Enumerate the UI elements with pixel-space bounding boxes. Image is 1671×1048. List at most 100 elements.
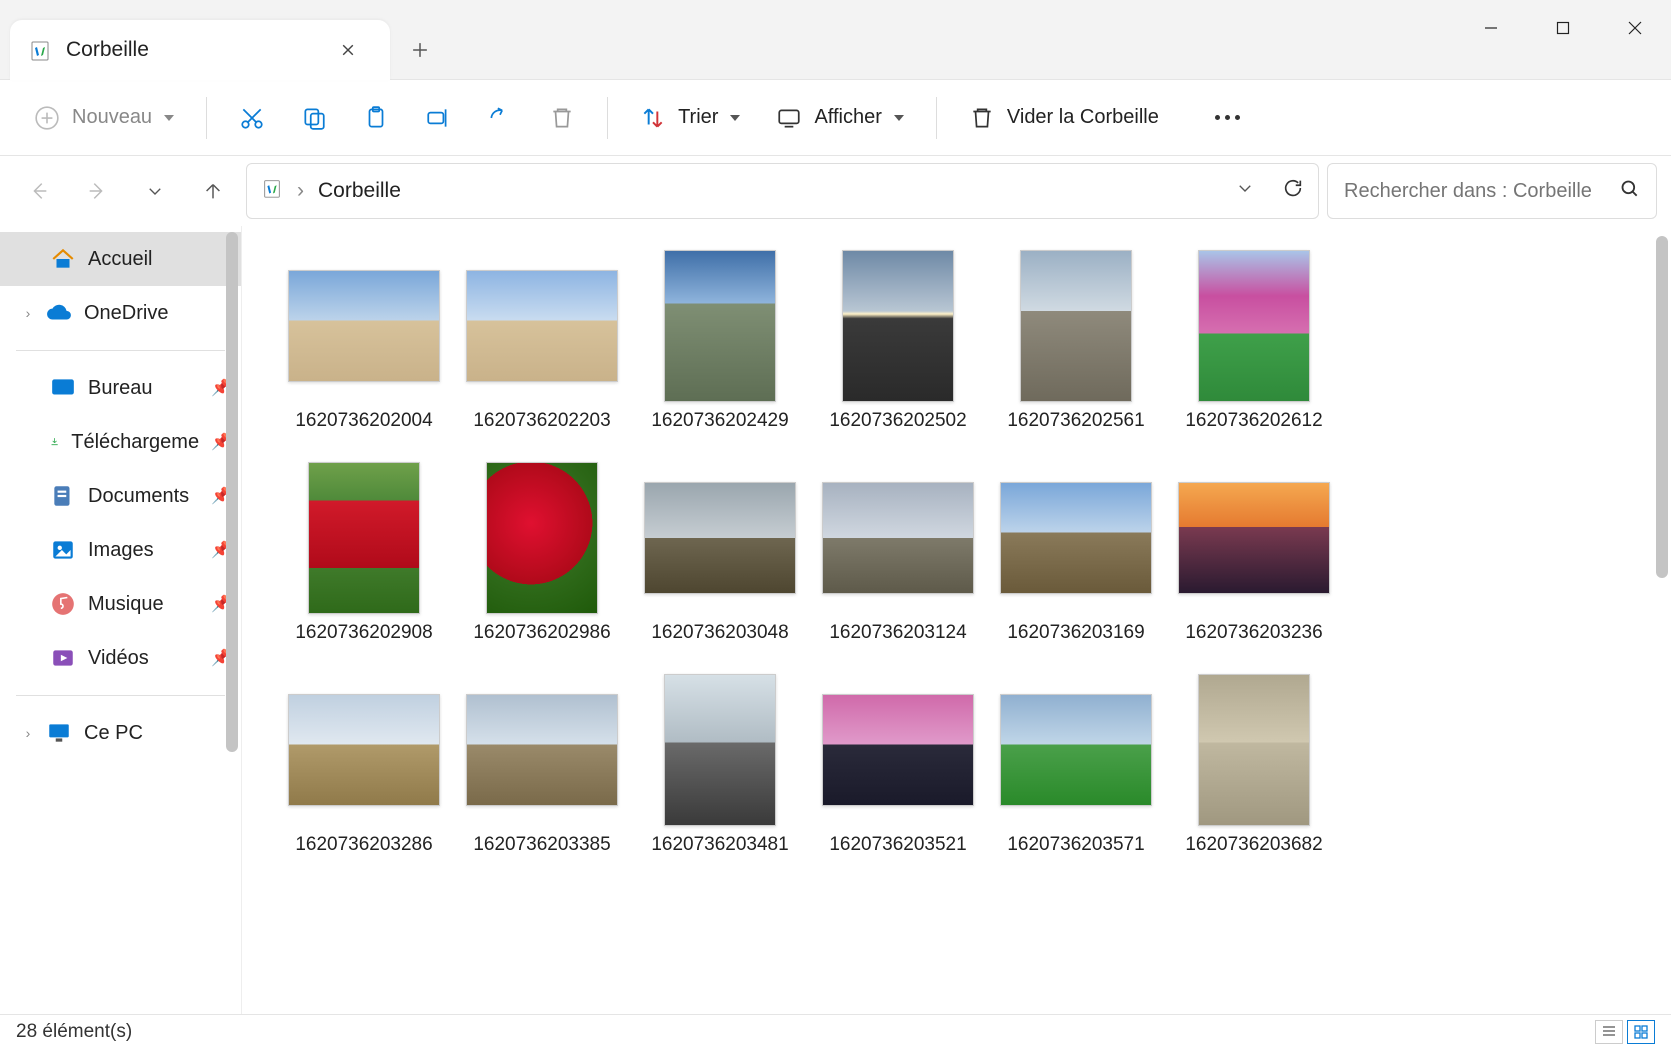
sort-button[interactable]: Trier	[626, 99, 754, 137]
tab-corbeille[interactable]: Corbeille	[10, 20, 390, 80]
file-thumbnail[interactable]: 1620736202203	[454, 250, 630, 432]
documents-icon	[50, 483, 76, 509]
close-window-button[interactable]	[1599, 0, 1671, 56]
chevron-down-icon	[894, 115, 904, 121]
thumbnail-image	[466, 694, 618, 806]
copy-button[interactable]	[287, 99, 341, 137]
maximize-button[interactable]	[1527, 0, 1599, 56]
file-thumbnail[interactable]: 1620736202004	[276, 250, 452, 432]
file-thumbnail[interactable]: 1620736202908	[276, 462, 452, 644]
file-name: 1620736203048	[651, 622, 788, 644]
file-thumbnail[interactable]: 1620736203236	[1166, 462, 1342, 644]
copy-icon	[301, 105, 327, 131]
sidebar-item-desktop[interactable]: Bureau 📌	[0, 361, 241, 415]
refresh-button[interactable]	[1282, 177, 1304, 205]
file-name: 1620736203682	[1185, 834, 1322, 856]
sidebar-label: Bureau	[88, 377, 153, 400]
sidebar-scrollbar[interactable]	[226, 232, 238, 752]
close-tab-button[interactable]	[332, 34, 364, 66]
sidebar-item-onedrive[interactable]: › OneDrive	[0, 286, 241, 340]
cut-button[interactable]	[225, 99, 279, 137]
sidebar-item-thispc[interactable]: › Ce PC	[0, 706, 241, 760]
file-thumbnail[interactable]: 1620736203169	[988, 462, 1164, 644]
thumbnail-image	[822, 482, 974, 594]
recent-locations-button[interactable]	[130, 166, 180, 216]
tab-strip: Corbeille	[0, 0, 450, 80]
thumbnail-image	[288, 694, 440, 806]
empty-recycle-button[interactable]: Vider la Corbeille	[955, 99, 1173, 137]
file-thumbnail[interactable]: 1620736202429	[632, 250, 808, 432]
search-icon[interactable]	[1620, 179, 1640, 204]
home-icon	[50, 246, 76, 272]
sidebar-item-documents[interactable]: Documents 📌	[0, 469, 241, 523]
sidebar-divider	[16, 695, 225, 696]
forward-button[interactable]	[72, 166, 122, 216]
rename-icon	[425, 105, 451, 131]
breadcrumb-location[interactable]: Corbeille	[318, 179, 401, 203]
file-thumbnail[interactable]: 1620736203286	[276, 674, 452, 856]
file-name: 1620736202908	[295, 622, 432, 644]
file-name: 1620736203571	[1007, 834, 1144, 856]
sidebar-item-home[interactable]: Accueil	[0, 232, 241, 286]
thumbnail-image	[822, 694, 974, 806]
chevron-right-icon: ›	[22, 305, 34, 321]
file-name: 1620736202561	[1007, 410, 1144, 432]
file-thumbnail[interactable]: 1620736203385	[454, 674, 630, 856]
cloud-icon	[46, 300, 72, 326]
sidebar-item-images[interactable]: Images 📌	[0, 523, 241, 577]
titlebar: Corbeille	[0, 0, 1671, 80]
trash-icon	[969, 105, 995, 131]
music-icon	[50, 591, 76, 617]
sidebar-label: Vidéos	[88, 647, 149, 670]
minimize-button[interactable]	[1455, 0, 1527, 56]
file-thumbnail[interactable]: 1620736203682	[1166, 674, 1342, 856]
back-button[interactable]	[14, 166, 64, 216]
content-scrollbar[interactable]	[1656, 236, 1668, 578]
new-button[interactable]: Nouveau	[20, 99, 188, 137]
file-thumbnail[interactable]: 1620736202612	[1166, 250, 1342, 432]
sidebar-item-videos[interactable]: Vidéos 📌	[0, 631, 241, 685]
file-name: 1620736202612	[1185, 410, 1322, 432]
file-name: 1620736203236	[1185, 622, 1322, 644]
toolbar-separator	[206, 97, 207, 139]
file-name: 1620736203124	[829, 622, 966, 644]
search-input[interactable]	[1344, 180, 1610, 203]
sidebar-label: Téléchargeme	[71, 431, 199, 454]
delete-button[interactable]	[535, 99, 589, 137]
file-thumbnail[interactable]: 1620736203571	[988, 674, 1164, 856]
paste-button[interactable]	[349, 99, 403, 137]
file-thumbnail[interactable]: 1620736202502	[810, 250, 986, 432]
sidebar-item-music[interactable]: Musique 📌	[0, 577, 241, 631]
file-thumbnail[interactable]: 1620736203124	[810, 462, 986, 644]
thumbnail-image	[664, 674, 776, 826]
file-name: 1620736202004	[295, 410, 432, 432]
address-bar[interactable]: › Corbeille	[246, 163, 1319, 219]
up-button[interactable]	[188, 166, 238, 216]
thumbnail-image	[288, 270, 440, 382]
file-name: 1620736202502	[829, 410, 966, 432]
download-icon	[50, 429, 59, 455]
address-dropdown[interactable]	[1236, 179, 1254, 203]
sidebar-item-downloads[interactable]: Téléchargeme 📌	[0, 415, 241, 469]
thumbnails-view-button[interactable]	[1627, 1020, 1655, 1044]
file-thumbnail[interactable]: 1620736203481	[632, 674, 808, 856]
file-name: 1620736203481	[651, 834, 788, 856]
file-thumbnail[interactable]: 1620736202986	[454, 462, 630, 644]
new-tab-button[interactable]	[390, 20, 450, 80]
content-area: 1620736202004162073620220316207362024291…	[242, 226, 1671, 1014]
file-name: 1620736202203	[473, 410, 610, 432]
file-thumbnail[interactable]: 1620736203521	[810, 674, 986, 856]
sort-arrows-icon	[640, 105, 666, 131]
more-button[interactable]	[1201, 109, 1254, 126]
search-box[interactable]	[1327, 163, 1657, 219]
body-split: Accueil › OneDrive Bureau 📌 Téléchargeme…	[0, 226, 1671, 1014]
view-button[interactable]: Afficher	[762, 99, 917, 137]
share-button[interactable]	[473, 99, 527, 137]
chevron-right-icon: ›	[22, 725, 34, 741]
recycle-bin-icon	[28, 38, 52, 62]
images-icon	[50, 537, 76, 563]
file-thumbnail[interactable]: 1620736203048	[632, 462, 808, 644]
details-view-button[interactable]	[1595, 1020, 1623, 1044]
file-thumbnail[interactable]: 1620736202561	[988, 250, 1164, 432]
rename-button[interactable]	[411, 99, 465, 137]
